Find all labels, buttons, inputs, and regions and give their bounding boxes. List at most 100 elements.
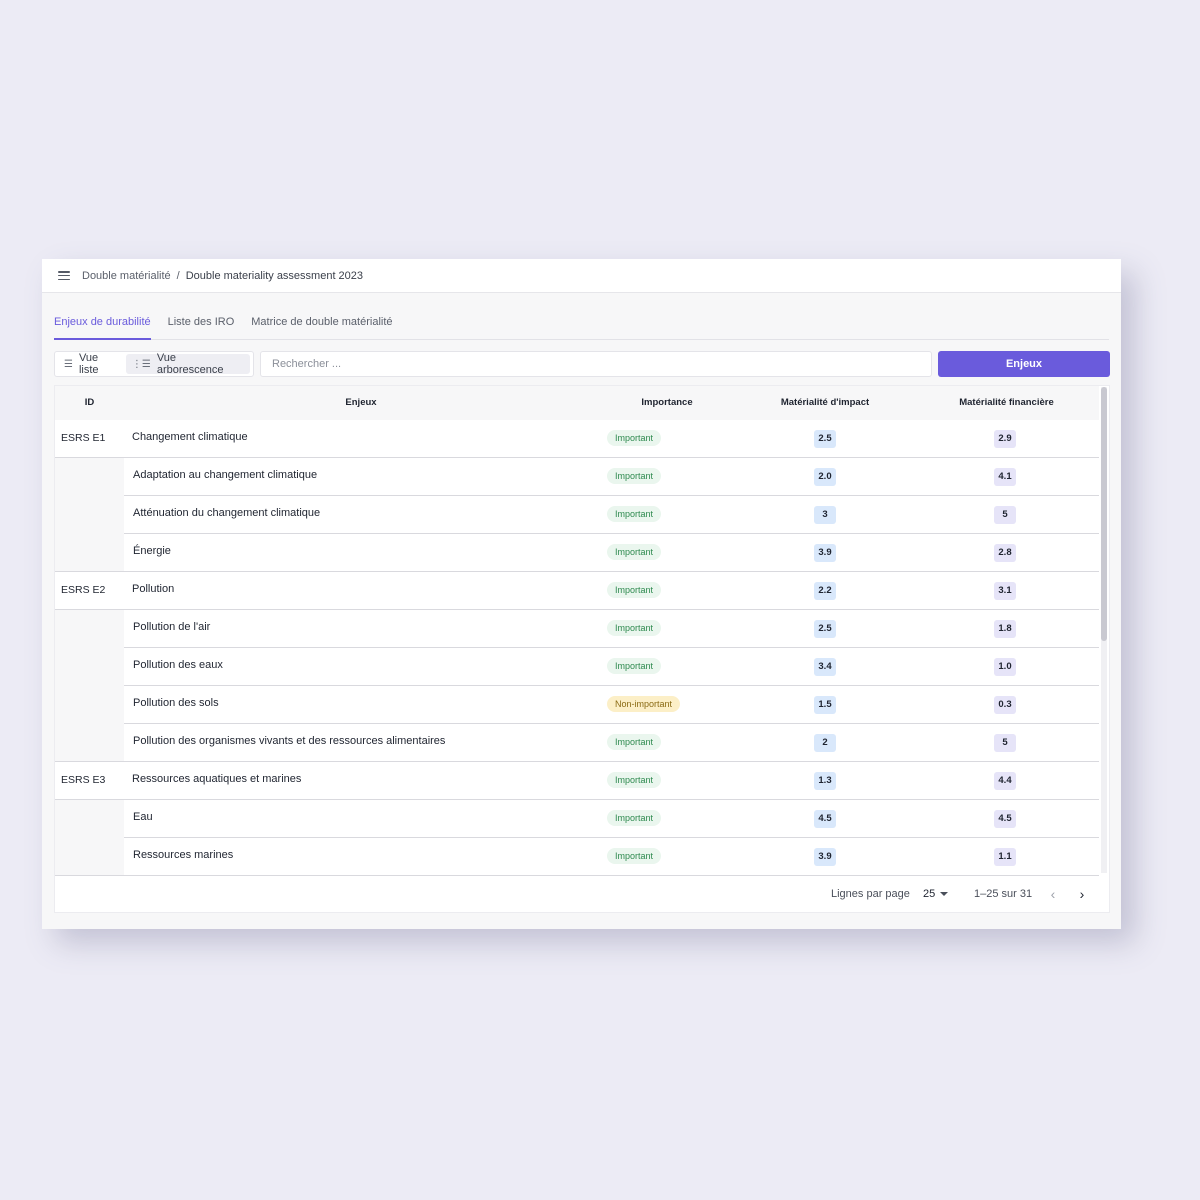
tree-indent: [55, 686, 124, 724]
importance-badge: Important: [607, 658, 662, 674]
row-divider: [55, 875, 1099, 876]
financial-score: 1.8: [994, 620, 1016, 638]
breadcrumb-current: Double materiality assessment 2023: [185, 269, 364, 282]
view-toggle: ☰ Vue liste ⋮☰ Vue arborescence: [54, 351, 254, 377]
table-row[interactable]: Pollution des eaux Important 3.4 1.0: [55, 648, 1099, 686]
cell-enjeu: Pollution: [132, 583, 175, 595]
importance-badge: Important: [607, 734, 662, 750]
importance-badge: Important: [607, 468, 662, 484]
tree-indent: [55, 648, 124, 686]
importance-badge: Non-important: [607, 696, 681, 712]
impact-score: 2.2: [814, 582, 836, 600]
list-view-button[interactable]: ☰ Vue liste: [58, 352, 126, 376]
financial-score: 2.8: [994, 544, 1016, 562]
chevron-right-icon[interactable]: ›: [1072, 884, 1092, 904]
column-header-id[interactable]: ID: [55, 386, 124, 420]
importance-badge: Important: [607, 810, 662, 826]
impact-score: 1.3: [814, 772, 836, 790]
tree-indent: [55, 724, 124, 762]
table-row[interactable]: ESRS E1 Changement climatique Important 2.5…: [55, 420, 1099, 458]
rows-per-page-label: Lignes par page: [831, 888, 910, 900]
table-row[interactable]: Énergie Important 3.9 2.8: [55, 534, 1099, 572]
breadcrumb-separator: /: [176, 269, 180, 282]
table-row[interactable]: Pollution de l'air Important 2.5 1.8: [55, 610, 1099, 648]
importance-badge: Important: [607, 506, 662, 522]
table-row[interactable]: Pollution des organismes vivants et des …: [55, 724, 1099, 762]
impact-score: 2.5: [814, 430, 836, 448]
financial-score: 4.4: [994, 772, 1016, 790]
top-bar: Double matérialité / Double materiality …: [42, 259, 1121, 293]
column-header-impact[interactable]: Matérialité d'impact: [736, 386, 914, 420]
caret-down-icon: [940, 892, 949, 897]
financial-score: 5: [994, 734, 1016, 752]
tab-enjeux-durabilite[interactable]: Enjeux de durabilité: [54, 315, 151, 340]
column-header-enjeux[interactable]: Enjeux: [124, 386, 598, 420]
cell-enjeu: Pollution des sols: [133, 697, 219, 709]
tree-indent: [55, 534, 124, 572]
tree-view-button[interactable]: ⋮☰ Vue arborescence: [125, 352, 250, 376]
importance-badge: Important: [607, 544, 662, 560]
table-row[interactable]: Adaptation au changement climatique Impor…: [55, 458, 1099, 496]
cell-enjeu: Ressources aquatiques et marines: [132, 773, 302, 785]
tab-matrice-double-materialite[interactable]: Matrice de double matérialité: [251, 315, 392, 340]
tree-indent: [55, 800, 124, 838]
tree-icon: ⋮☰: [131, 358, 151, 370]
cell-enjeu: Ressources marines: [133, 849, 234, 861]
issues-table: ID Enjeux Importance Matérialité d'impac…: [54, 385, 1110, 913]
cell-enjeu: Atténuation du changement climatique: [133, 507, 321, 519]
impact-score: 3: [814, 506, 836, 524]
column-header-financial[interactable]: Matérialité financière: [914, 386, 1099, 420]
importance-badge: Important: [607, 582, 662, 598]
tree-indent: [55, 838, 124, 876]
financial-score: 2.9: [994, 430, 1016, 448]
impact-score: 3.9: [814, 848, 836, 866]
tab-liste-iro[interactable]: Liste des IRO: [168, 315, 235, 340]
financial-score: 4.1: [994, 468, 1016, 486]
cell-id: ESRS E2: [61, 584, 106, 596]
tab-bar: Enjeux de durabilité Liste des IRO Matri…: [54, 315, 1109, 340]
impact-score: 4.5: [814, 810, 836, 828]
importance-badge: Important: [607, 620, 662, 636]
financial-score: 5: [994, 506, 1016, 524]
impact-score: 2.0: [814, 468, 836, 486]
importance-badge: Important: [607, 848, 662, 864]
table-row[interactable]: Ressources marines Important 3.9 1.1: [55, 838, 1099, 876]
chevron-left-icon[interactable]: ‹: [1043, 884, 1063, 904]
financial-score: 4.5: [994, 810, 1016, 828]
pagination-bar: Lignes par page 25 1–25 sur 31 ‹ ›: [55, 878, 1099, 912]
list-icon: ☰: [64, 358, 73, 370]
table-row[interactable]: ESRS E2 Pollution Important 2.2 3.1: [55, 572, 1099, 610]
impact-score: 2.5: [814, 620, 836, 638]
search-input[interactable]: [260, 351, 932, 377]
importance-badge: Important: [607, 772, 662, 788]
rows-per-page-value: 25: [923, 888, 936, 900]
impact-score: 3.4: [814, 658, 836, 676]
cell-enjeu: Pollution de l'air: [133, 621, 211, 633]
cell-enjeu: Pollution des organismes vivants et des …: [133, 735, 446, 747]
table-header: ID Enjeux Importance Matérialité d'impac…: [55, 386, 1099, 420]
table-row[interactable]: Eau Important 4.5 4.5: [55, 800, 1099, 838]
breadcrumb-root[interactable]: Double matérialité: [82, 270, 171, 282]
table-row[interactable]: Atténuation du changement climatique Impo…: [55, 496, 1099, 534]
hamburger-icon[interactable]: [58, 271, 70, 280]
cell-enjeu: Eau: [133, 811, 153, 823]
importance-badge: Important: [607, 430, 662, 446]
table-body: ESRS E1 Changement climatique Important 2.5…: [55, 420, 1099, 876]
table-row[interactable]: Pollution des sols Non-important 1.5 0.3: [55, 686, 1099, 724]
financial-score: 1.1: [994, 848, 1016, 866]
cell-enjeu: Pollution des eaux: [133, 659, 223, 671]
financial-score: 0.3: [994, 696, 1016, 714]
list-view-label: Vue liste: [78, 352, 99, 376]
enjeux-button[interactable]: Enjeux: [938, 351, 1110, 377]
impact-score: 3.9: [814, 544, 836, 562]
rows-per-page-select[interactable]: 25: [923, 888, 949, 900]
cell-enjeu: Énergie: [133, 545, 171, 557]
tree-view-label: Vue arborescence: [156, 352, 224, 376]
cell-id: ESRS E1: [61, 432, 106, 444]
table-row[interactable]: ESRS E3 Ressources aquatiques et marines I…: [55, 762, 1099, 800]
toolbar: ☰ Vue liste ⋮☰ Vue arborescence Enjeux: [54, 351, 1110, 377]
financial-score: 3.1: [994, 582, 1016, 600]
column-header-importance[interactable]: Importance: [598, 386, 736, 420]
scrollbar-thumb[interactable]: [1101, 387, 1107, 641]
tree-indent: [55, 610, 124, 648]
